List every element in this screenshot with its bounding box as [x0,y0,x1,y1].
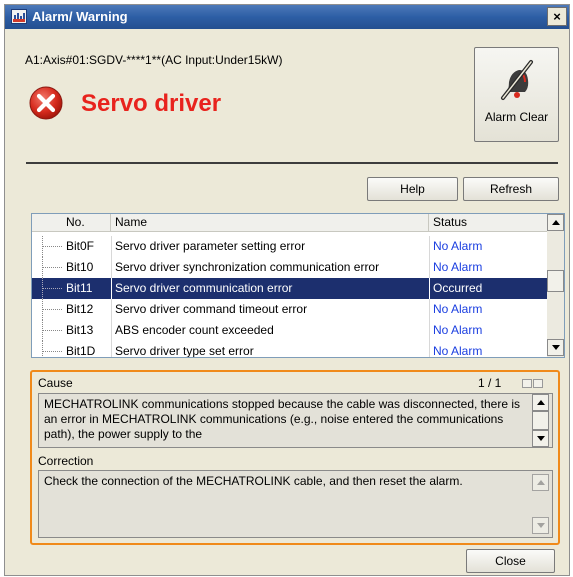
row-no: Bit10 [66,260,94,274]
row-status: Occurred [433,281,483,295]
table-row[interactable]: Bit12 Servo driver command timeout error… [32,299,547,320]
row-status: No Alarm [433,323,483,337]
window-title: Alarm/ Warning [32,9,128,24]
row-status: No Alarm [433,302,483,316]
prev-page-icon[interactable] [522,379,532,388]
scroll-thumb[interactable] [532,411,549,430]
row-status: No Alarm [433,344,483,357]
scroll-up-button[interactable] [532,394,549,411]
alarm-title: Servo driver [81,90,222,117]
row-name: Servo driver parameter setting error [115,239,306,253]
close-button[interactable]: Close [466,549,555,573]
row-no: Bit13 [66,323,94,337]
col-header-name[interactable]: Name [111,214,429,232]
row-name: Servo driver synchronization communicati… [115,260,380,274]
scroll-down-button[interactable] [532,517,549,534]
alarm-clear-icon [501,60,533,100]
correction-scrollbar[interactable] [532,471,549,537]
correction-text-content: Check the connection of the MECHATROLINK… [44,474,463,488]
row-no: Bit0F [66,239,95,253]
alarm-warning-window: Alarm/ Warning × A1:Axis#01:SGDV-****1**… [4,4,570,576]
row-status: No Alarm [433,260,483,274]
scroll-down-button[interactable] [547,339,564,356]
app-icon [11,9,27,24]
table-row[interactable]: Bit1D Servo driver type set error No Ala… [32,341,547,357]
row-name: Servo driver type set error [115,344,254,357]
scroll-thumb[interactable] [547,270,564,292]
row-name: Servo driver communication error [115,281,293,295]
row-status: No Alarm [433,239,483,253]
correction-label: Correction [38,454,94,468]
page-indicator: 1 / 1 [478,376,502,390]
cause-text-content: MECHATROLINK communications stopped beca… [44,397,521,441]
table-row[interactable]: Bit0F Servo driver parameter setting err… [32,236,547,257]
cause-label: Cause [38,376,73,390]
scroll-up-button[interactable] [547,214,564,231]
help-button[interactable]: Help [367,177,458,201]
col-header-status[interactable]: Status [429,214,547,232]
table-row-selected[interactable]: Bit11 Servo driver communication error O… [32,278,547,299]
next-page-icon[interactable] [533,379,543,388]
row-name: Servo driver command timeout error [115,302,308,316]
scroll-up-button[interactable] [532,474,549,491]
table-scrollbar[interactable] [547,214,564,357]
header-separator [26,162,558,164]
refresh-button[interactable]: Refresh [463,177,559,201]
row-no: Bit1D [66,344,96,357]
alarm-clear-label: Alarm Clear [484,110,549,124]
details-highlight: Cause 1 / 1 MECHATROLINK communications … [30,370,560,545]
alarm-clear-button[interactable]: Alarm Clear [474,47,559,142]
cause-text: MECHATROLINK communications stopped beca… [38,393,553,448]
table-row[interactable]: Bit10 Servo driver synchronization commu… [32,257,547,278]
row-no: Bit11 [66,281,93,295]
alarm-table: No. Name Status Bit0F Servo driver param… [31,213,565,358]
close-icon[interactable]: × [547,7,567,26]
correction-text: Check the connection of the MECHATROLINK… [38,470,553,538]
col-header-no[interactable]: No. [32,214,111,232]
row-name: ABS encoder count exceeded [115,323,274,337]
row-no: Bit12 [66,302,94,316]
table-header: No. Name Status [32,214,547,232]
title-bar[interactable]: Alarm/ Warning × [5,5,569,29]
table-row[interactable]: Bit13 ABS encoder count exceeded No Alar… [32,320,547,341]
device-label: A1:Axis#01:SGDV-****1**(AC Input:Under15… [25,53,283,67]
cause-scrollbar[interactable] [532,394,549,447]
scroll-down-button[interactable] [532,430,549,447]
error-circle-icon [29,86,63,120]
